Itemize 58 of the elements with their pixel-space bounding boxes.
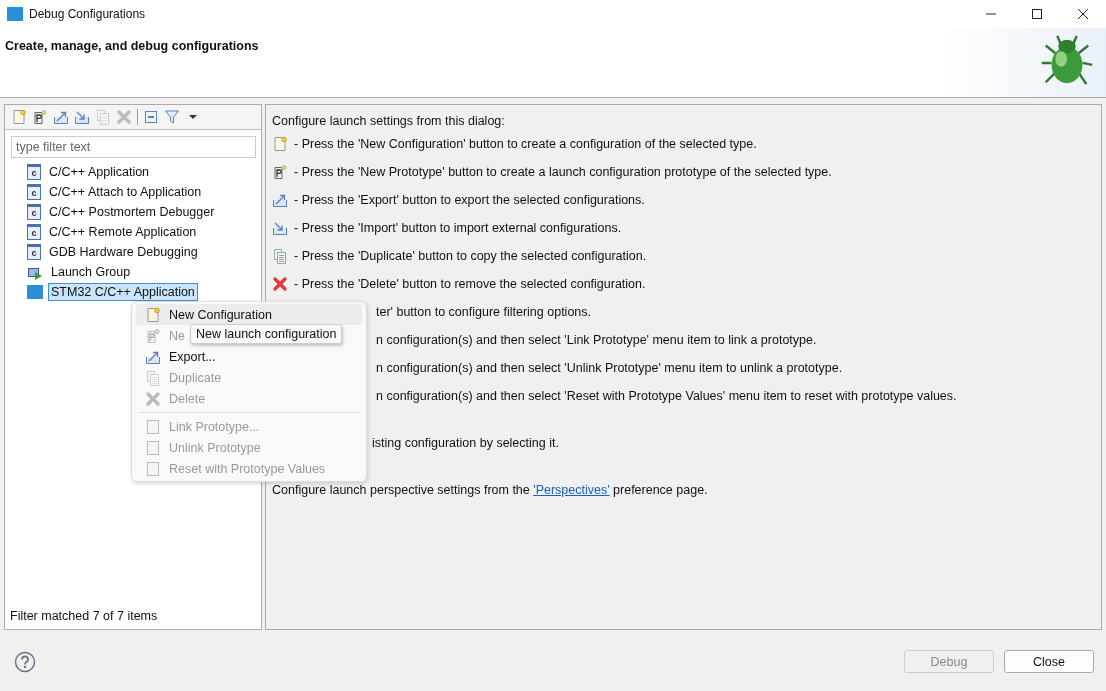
- info-text: - Press the 'New Configuration' button to create a configuration of the selected type.: [294, 137, 757, 151]
- tree-item[interactable]: C/C++ Postmortem Debugger: [46, 203, 218, 221]
- export-icon: [272, 192, 288, 208]
- help-icon[interactable]: [14, 650, 36, 673]
- duplicate-icon: [95, 109, 111, 125]
- info-text: Configure launch settings from this dialog:: [272, 113, 506, 130]
- tree-item[interactable]: C/C++ Attach to Application: [46, 183, 205, 201]
- close-icon[interactable]: [1077, 8, 1089, 20]
- delete-icon: [144, 390, 161, 407]
- menu-item[interactable]: Export...: [136, 346, 220, 367]
- import-icon: [74, 109, 90, 125]
- perspectives-link[interactable]: 'Perspectives': [533, 483, 610, 497]
- filter-status: Filter matched 7 of 7 items: [9, 609, 159, 625]
- app-icon: [7, 7, 23, 21]
- info-text: - Press the 'Delete' button to remove the selected configuration.: [294, 277, 646, 291]
- new-file-icon: [272, 136, 288, 152]
- new-file-icon: [11, 109, 27, 125]
- tree-item[interactable]: GDB Hardware Debugging: [46, 243, 201, 261]
- app-icon: [27, 285, 43, 299]
- tree-item[interactable]: Launch Group: [48, 263, 134, 281]
- info-text: n configuration(s) and then select 'Link Prototype' menu item to link a prototype.: [376, 333, 817, 347]
- prototype-file-icon: [272, 164, 288, 180]
- info-text: Configure launch perspective settings from the 'Perspectives' preference page.: [272, 482, 709, 499]
- c-file-icon: c: [27, 224, 41, 240]
- filter-icon[interactable]: [164, 109, 180, 125]
- collapse-all-icon[interactable]: [143, 109, 159, 125]
- info-text: - Press the 'Duplicate' button to copy the selected configuration.: [294, 249, 647, 263]
- window-title: Debug Configurations: [29, 7, 146, 21]
- delete-icon: [272, 276, 288, 292]
- header-title: Create, manage, and debug configurations: [5, 39, 259, 53]
- info-text: - Press the 'Export' button to export the selected configurations.: [294, 193, 645, 207]
- new-file-icon: [144, 306, 161, 323]
- duplicate-icon: [144, 369, 161, 386]
- maximize-icon[interactable]: [1031, 8, 1043, 20]
- c-file-icon: c: [27, 204, 41, 220]
- duplicate-icon: [272, 248, 288, 264]
- delete-icon: [116, 109, 132, 125]
- info-text: - Press the 'New Prototype' button to create a launch configuration prototype of the selected type.: [294, 165, 832, 179]
- tree-item[interactable]: C/C++ Application: [46, 163, 153, 181]
- c-file-icon: c: [27, 164, 41, 180]
- c-file-icon: c: [27, 184, 41, 200]
- caret-icon[interactable]: [189, 113, 197, 121]
- info-text: n configuration(s) and then select 'Reset with Prototype Values' menu item to reset with prototype values.: [376, 389, 957, 403]
- filter-field[interactable]: type filter text: [11, 136, 256, 158]
- dialog-button[interactable]: Close: [1004, 650, 1094, 673]
- import-icon: [272, 220, 288, 236]
- menu-item[interactable]: New Configuration: [136, 304, 362, 325]
- prototype-file-icon: [144, 327, 161, 344]
- prototype-file-icon: [32, 109, 48, 125]
- info-text: n configuration(s) and then select 'Unlink Prototype' menu item to unlink a prototype.: [376, 361, 843, 375]
- c-file-icon: c: [27, 244, 41, 260]
- info-text: - Press the 'Import' button to import external configurations.: [294, 221, 622, 235]
- info-text: isting configuration by selecting it.: [371, 435, 560, 452]
- export-icon: [53, 109, 69, 125]
- tooltip: New launch configuration: [190, 324, 343, 344]
- info-text: ter' button to configure filtering options.: [376, 305, 591, 319]
- tree-item[interactable]: STM32 C/C++ Application: [48, 283, 198, 301]
- tree-item[interactable]: C/C++ Remote Application: [46, 223, 200, 241]
